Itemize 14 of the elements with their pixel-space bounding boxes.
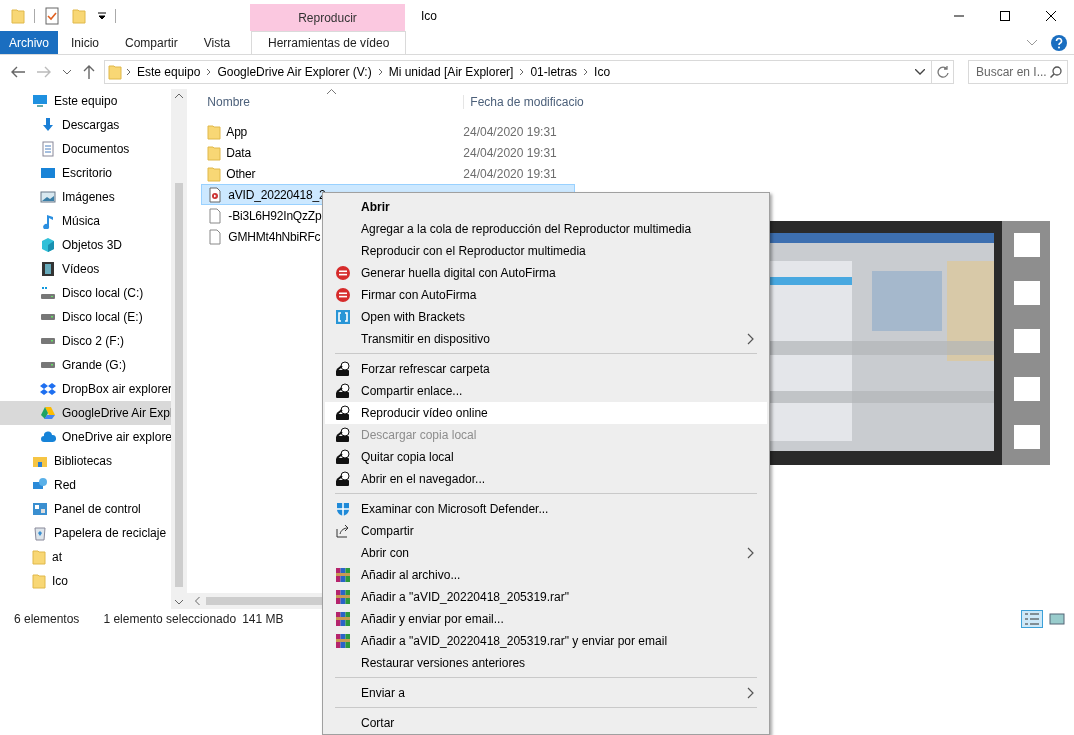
file-name: -Bi3L6H92InQzZp bbox=[228, 208, 322, 223]
file-name: Other bbox=[226, 166, 256, 181]
item-count: 6 elementos bbox=[14, 612, 80, 626]
selection-info: 1 elemento seleccionado bbox=[103, 612, 237, 626]
file-name: GMHMt4hNbiRFc bbox=[228, 229, 321, 244]
window-title: Ico bbox=[420, 7, 438, 25]
file-name: Data bbox=[226, 145, 251, 160]
file-name: App bbox=[226, 124, 248, 139]
modified-date: 24/04/2020 19:31 bbox=[462, 166, 557, 181]
selection-size: 141 MB bbox=[242, 612, 284, 626]
modified-date: 24/04/2020 19:31 bbox=[462, 124, 557, 139]
modified-date: 24/04/2020 19:31 bbox=[462, 145, 557, 160]
file-name: aVID_20220418_2 bbox=[228, 187, 326, 202]
contextual-tab-group: Reproducir bbox=[250, 4, 405, 31]
